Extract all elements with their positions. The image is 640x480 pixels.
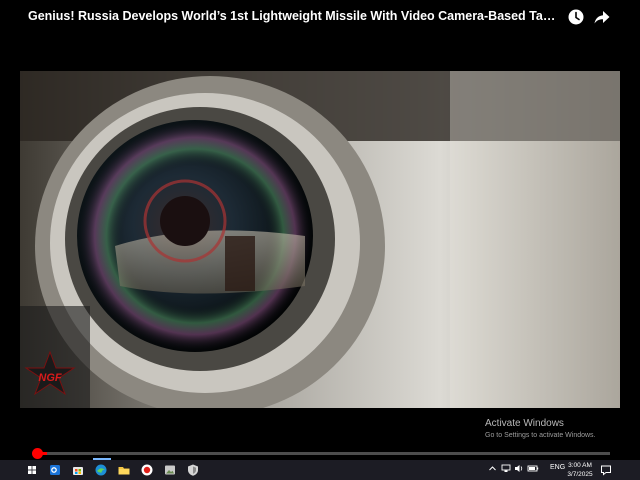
clock-icon[interactable]	[567, 8, 585, 26]
share-arrow-icon[interactable]	[593, 8, 611, 26]
video-frame[interactable]	[20, 71, 620, 408]
camera-lens-image	[20, 71, 620, 408]
edge-icon[interactable]	[93, 462, 109, 478]
ngf-logo: NGF	[22, 350, 78, 396]
shield-app-icon[interactable]	[185, 462, 201, 478]
image-viewer-icon[interactable]	[162, 462, 178, 478]
screen-recorder-icon[interactable]	[139, 462, 155, 478]
battery-icon[interactable]	[527, 464, 539, 475]
store-icon[interactable]	[70, 462, 86, 478]
network-icon[interactable]	[501, 464, 511, 475]
system-clock[interactable]: 3:00 AM 3/7/2025	[565, 461, 595, 479]
title-bar: Genius! Russia Develops World’s 1st Ligh…	[0, 0, 640, 36]
file-explorer-icon[interactable]	[116, 462, 132, 478]
windows-start-icon[interactable]	[24, 462, 40, 478]
activate-windows-title: Activate Windows	[485, 418, 564, 429]
notification-icon[interactable]	[598, 462, 614, 478]
activate-windows-subtitle: Go to Settings to activate Windows.	[485, 432, 596, 439]
clock-time: 3:00 AM	[568, 462, 592, 469]
progress-scrubber-handle[interactable]	[32, 448, 43, 459]
windows-taskbar: ENG 3:00 AM 3/7/2025	[0, 460, 640, 480]
chevron-up-icon[interactable]	[488, 464, 497, 475]
video-title[interactable]: Genius! Russia Develops World’s 1st Ligh…	[28, 9, 558, 23]
active-app-indicator	[93, 458, 111, 460]
outlook-icon[interactable]	[47, 462, 63, 478]
activate-windows-notice: Activate Windows Go to Settings to activ…	[485, 418, 635, 439]
progress-bar[interactable]	[35, 452, 610, 455]
clock-date: 3/7/2025	[567, 471, 593, 478]
volume-icon[interactable]	[514, 464, 524, 475]
svg-text:NGF: NGF	[38, 372, 62, 384]
video-player[interactable]: Genius! Russia Develops World’s 1st Ligh…	[0, 0, 640, 460]
language-indicator[interactable]: ENG	[550, 464, 565, 471]
